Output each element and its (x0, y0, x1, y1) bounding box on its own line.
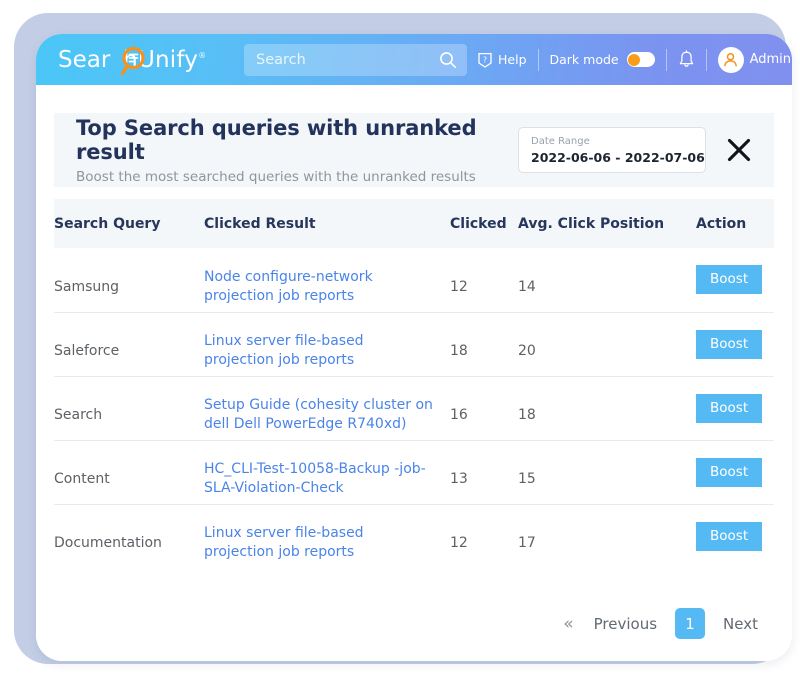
close-button[interactable] (724, 135, 754, 165)
search-placeholder: Search (256, 51, 306, 68)
account-menu[interactable]: Admin (707, 46, 792, 73)
cell-avg-click-position: 14 (518, 248, 696, 313)
table-row: Samsung Node configure-network projectio… (54, 248, 774, 313)
table-head: Search Query Clicked Result Clicked Avg.… (54, 199, 774, 248)
cell-clicked-count: 13 (450, 440, 518, 505)
date-range-label: Date Range (531, 135, 590, 147)
logo-text-before: Sear (58, 46, 111, 73)
cell-clicked-result: Linux server file-based projection job r… (204, 504, 450, 568)
clicked-result-link[interactable]: Node configure-network projection job re… (204, 268, 450, 306)
bell-icon[interactable] (678, 50, 695, 69)
navbar-right-group: ? Help Dark mode Admin (467, 34, 792, 85)
table-body: Samsung Node configure-network projectio… (54, 248, 774, 568)
dark-mode-toggle[interactable]: Dark mode (539, 52, 666, 67)
page-title: Top Search queries with unranked result (76, 115, 477, 164)
date-range-value: 2022-06-06 - 2022-07-06 (531, 149, 705, 165)
cell-search-query: Search (54, 376, 204, 441)
app-window: SearchUnify® Search (36, 34, 792, 661)
cell-action: Boost (696, 312, 774, 377)
pagination-page-1[interactable]: 1 (675, 608, 706, 639)
boost-button[interactable]: Boost (696, 393, 763, 423)
svg-text:?: ? (483, 55, 487, 64)
cell-clicked-result: Linux server file-based projection job r… (204, 312, 450, 377)
column-header-clicked-result[interactable]: Clicked Result (204, 199, 450, 248)
column-header-clicked[interactable]: Clicked (450, 199, 518, 248)
clicked-result-link[interactable]: HC_CLI-Test-10058-Backup -job-SLA-Violat… (204, 460, 450, 498)
dark-mode-switch[interactable] (626, 52, 655, 67)
pagination-prev-chevron-icon[interactable]: « (555, 609, 581, 639)
table-row: Content HC_CLI-Test-10058-Backup -job-SL… (54, 440, 774, 505)
search-icon[interactable] (439, 51, 457, 69)
cell-clicked-count: 12 (450, 535, 468, 552)
searchunify-logo[interactable]: SearchUnify® (58, 43, 218, 77)
help-button[interactable]: ? Help (467, 52, 538, 68)
top-navbar: SearchUnify® Search (36, 34, 792, 85)
cell-avg-click-position: 18 (518, 376, 696, 441)
pagination-previous-link[interactable]: Previous (582, 609, 669, 639)
pagination-next-link[interactable]: Next (711, 609, 770, 639)
page-content: Top Search queries with unranked result … (36, 85, 792, 661)
cell-avg-click-position: 15 (518, 440, 696, 505)
user-icon (724, 53, 738, 67)
date-range-picker[interactable]: Date Range 2022-06-06 - 2022-07-06 (518, 127, 706, 173)
cell-clicked-result: HC_CLI-Test-10058-Backup -job-SLA-Violat… (204, 440, 450, 505)
table-row: Saleforce Linux server file-based projec… (54, 312, 774, 377)
cell-clicked-result: Node configure-network projection job re… (204, 248, 450, 313)
results-table: Search Query Clicked Result Clicked Avg.… (54, 199, 774, 568)
avatar (717, 46, 744, 73)
column-header-search-query[interactable]: Search Query (54, 199, 204, 248)
logo-text-after: hUnify (123, 46, 199, 73)
results-table-container: Search Query Clicked Result Clicked Avg.… (54, 199, 774, 568)
report-header-panel: Top Search queries with unranked result … (54, 113, 774, 187)
clicked-result-link[interactable]: Linux server file-based projection job r… (204, 524, 450, 562)
cell-avg-click-position: 20 (518, 312, 696, 377)
cell-search-query: Samsung (54, 248, 204, 313)
cell-action: Boost (696, 248, 774, 313)
cell-search-query: Saleforce (54, 312, 204, 377)
table-header-row: Search Query Clicked Result Clicked Avg.… (54, 199, 774, 248)
logo-registered-mark: ® (198, 50, 207, 60)
help-shield-icon: ? (478, 52, 492, 68)
page-subtitle: Boost the most searched queries with the… (76, 168, 476, 185)
dark-mode-label: Dark mode (549, 52, 619, 67)
cell-action: Boost (696, 376, 774, 441)
table-row: Search Setup Guide (cohesity cluster on … (54, 376, 774, 441)
clicked-result-link[interactable]: Setup Guide (cohesity cluster on dell De… (204, 396, 450, 434)
dark-mode-switch-knob (628, 53, 641, 66)
column-header-avg-click-position[interactable]: Avg. Click Position (518, 199, 696, 248)
column-header-action: Action (696, 199, 774, 248)
help-label: Help (498, 52, 527, 67)
table-row: Documentation Linux server file-based pr… (54, 504, 774, 568)
cell-clicked-count: 12 (450, 248, 518, 313)
cell-clicked-count: 16 (450, 376, 518, 441)
pagination: « Previous 1 Next (555, 608, 770, 639)
cell-action: Boost (696, 504, 774, 568)
boost-button[interactable]: Boost (696, 265, 763, 295)
device-frame: SearchUnify® Search (14, 13, 792, 664)
cell-search-query: Documentation (54, 535, 162, 552)
account-name: Admin (749, 52, 792, 67)
date-range-texts: Date Range 2022-06-06 - 2022-07-06 (531, 136, 705, 165)
global-search-input[interactable]: Search (244, 43, 467, 76)
boost-button[interactable]: Boost (696, 329, 763, 359)
cell-search-query: Content (54, 440, 204, 505)
boost-button[interactable]: Boost (696, 457, 763, 487)
close-icon[interactable] (726, 137, 752, 163)
cell-clicked-count: 18 (450, 312, 518, 377)
clicked-result-link[interactable]: Linux server file-based projection job r… (204, 332, 450, 370)
cell-avg-click-position: 17 (518, 535, 536, 552)
cell-action: Boost (696, 440, 774, 505)
logo-wordmark: SearchUnify® (58, 47, 206, 73)
notifications-button[interactable] (667, 50, 706, 69)
report-title-block: Top Search queries with unranked result … (76, 116, 518, 185)
boost-button[interactable]: Boost (696, 521, 763, 551)
cell-clicked-result: Setup Guide (cohesity cluster on dell De… (204, 376, 450, 441)
